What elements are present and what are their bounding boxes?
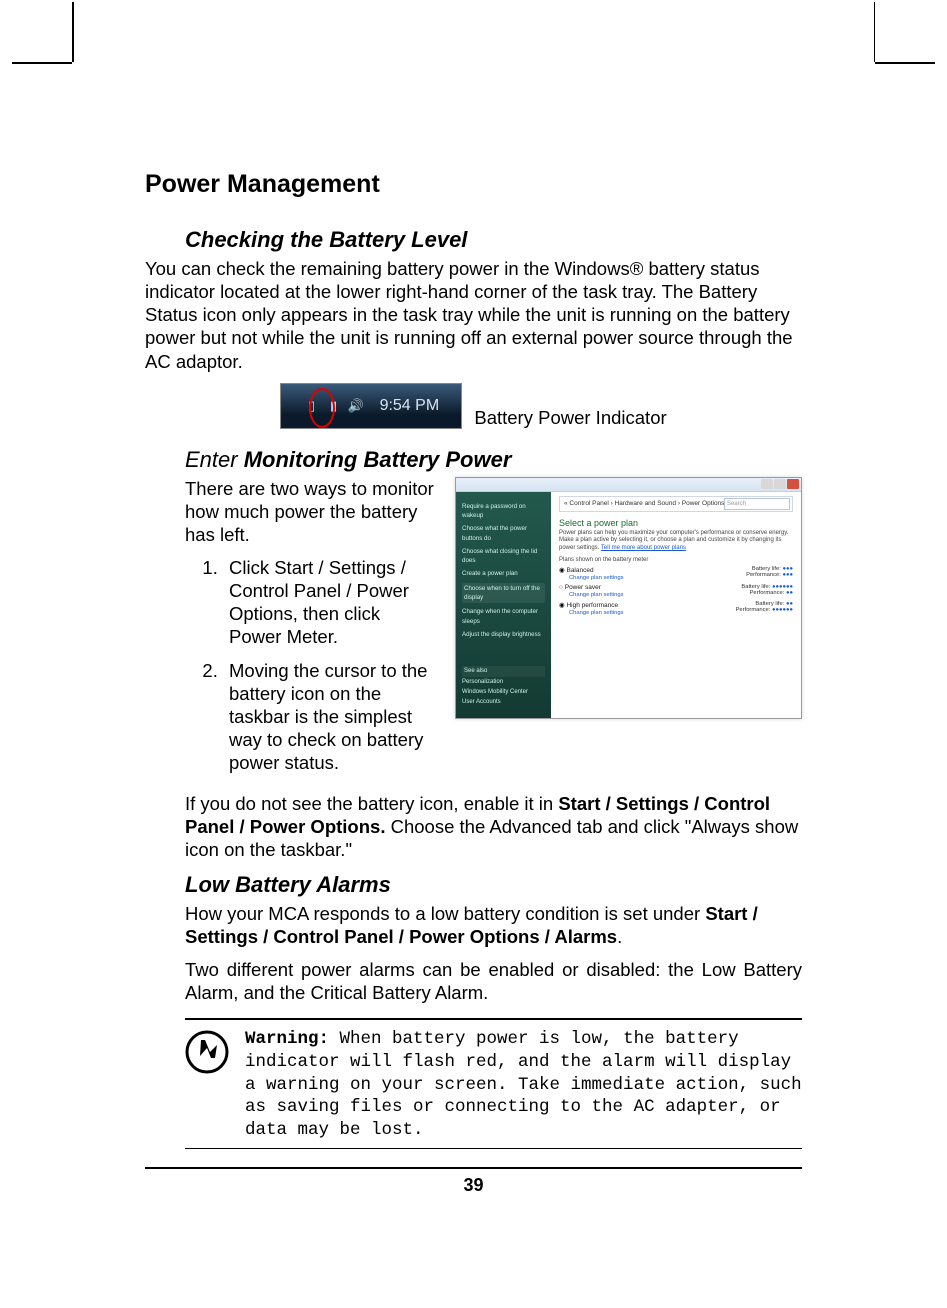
enable-icon-note: If you do not see the battery icon, enab…	[185, 792, 802, 861]
plans-label: Plans shown on the battery meter	[559, 557, 793, 563]
section2-title: Monitoring Battery Power	[244, 447, 512, 472]
p1-pre: How your MCA responds to a low battery c…	[185, 903, 705, 924]
window-titlebar	[456, 478, 801, 492]
breadcrumb-text[interactable]: « Control Panel › Hardware and Sound › P…	[564, 500, 724, 507]
warning-row: Warning: When battery power is low, the …	[185, 1028, 802, 1142]
warning-icon	[185, 1030, 229, 1074]
page: Power Management Checking the Battery Le…	[0, 0, 947, 1308]
screenshot-main: « Control Panel › Hardware and Sound › P…	[551, 478, 801, 718]
tray-caption: Battery Power Indicator	[474, 407, 666, 429]
sidebar-link[interactable]: Choose what the power buttons do	[462, 524, 545, 543]
step-1: Click Start / Settings / Control Panel /…	[223, 556, 435, 649]
sidebar-link[interactable]: Adjust the display brightness	[462, 630, 545, 639]
crop-mark	[875, 62, 935, 64]
main-desc: Power plans can help you maximize your c…	[559, 530, 793, 553]
alarms-p2: Two different power alarms can be enable…	[185, 958, 802, 1004]
section-title-checking: Checking the Battery Level	[185, 227, 802, 253]
performance-label: Performance:	[750, 590, 785, 596]
sidebar-link[interactable]: Choose what closing the lid does	[462, 547, 545, 566]
plan-row-saver: ○ Power saver Change plan settings Batte…	[559, 584, 793, 598]
monitoring-steps: Click Start / Settings / Control Panel /…	[203, 556, 435, 774]
power-options-screenshot: Require a password on wakeup Choose what…	[455, 477, 802, 719]
warning-body: When battery power is low, the battery i…	[245, 1029, 802, 1140]
screenshot-sidebar: Require a password on wakeup Choose what…	[456, 478, 551, 718]
performance-label: Performance:	[746, 572, 781, 578]
change-settings-link[interactable]: Change plan settings	[569, 610, 623, 616]
p1-post: .	[617, 926, 622, 947]
tell-more-link[interactable]: Tell me more about power plans	[601, 545, 686, 551]
red-circle-highlight	[309, 388, 335, 428]
crop-mark	[72, 2, 74, 62]
sidebar-link[interactable]: Require a password on wakeup	[462, 502, 545, 521]
see-also-link[interactable]: Windows Mobility Center	[462, 688, 545, 697]
section-title-monitoring: Enter Monitoring Battery Power	[185, 447, 802, 473]
minimize-button[interactable]	[761, 479, 773, 489]
monitoring-row: There are two ways to monitor how much p…	[185, 477, 802, 785]
plan-name: Power saver	[565, 584, 601, 591]
sidebar-link[interactable]: Choose when to turn off the display	[462, 583, 545, 604]
see-also-link[interactable]: User Accounts	[462, 698, 545, 707]
page-number: 39	[145, 1175, 802, 1196]
crop-mark	[12, 62, 72, 64]
change-settings-link[interactable]: Change plan settings	[569, 575, 623, 581]
warning-label: Warning:	[245, 1029, 329, 1049]
performance-label: Performance:	[736, 607, 771, 613]
tray-clock: 9:54 PM	[380, 397, 440, 415]
crop-mark	[874, 2, 876, 62]
monitoring-text-col: There are two ways to monitor how much p…	[185, 477, 435, 785]
close-button[interactable]	[787, 479, 799, 489]
plan-name: High performance	[566, 602, 618, 609]
step-2: Moving the cursor to the battery icon on…	[223, 659, 435, 775]
see-also: See also Personalization Windows Mobilit…	[462, 665, 545, 708]
sidebar-link[interactable]: Change when the computer sleeps	[462, 607, 545, 626]
volume-icon: 🔊	[348, 398, 364, 414]
warning-text: Warning: When battery power is low, the …	[245, 1028, 802, 1142]
system-tray-screenshot: ▯ ▮ 🔊 9:54 PM	[280, 383, 462, 429]
change-settings-link[interactable]: Change plan settings	[569, 592, 623, 598]
search-placeholder: Search	[727, 501, 746, 507]
divider-top	[185, 1018, 802, 1020]
performance-dots: ●●	[786, 590, 793, 596]
note-pre: If you do not see the battery icon, enab…	[185, 793, 558, 814]
divider-bottom	[185, 1148, 802, 1149]
maximize-button[interactable]	[774, 479, 786, 489]
plan-name: Balanced	[566, 567, 593, 574]
see-also-link[interactable]: Personalization	[462, 678, 545, 687]
plan-row-high: ◉ High performance Change plan settings …	[559, 601, 793, 616]
footer-divider	[145, 1167, 802, 1169]
main-heading: Select a power plan	[559, 518, 793, 528]
section2-prefix: Enter	[185, 447, 244, 472]
plan-row-balanced: ◉ Balanced Change plan settings Battery …	[559, 566, 793, 581]
performance-dots: ●●●	[782, 572, 793, 578]
see-also-title: See also	[462, 666, 545, 677]
page-heading: Power Management	[145, 170, 802, 199]
tray-indicator-row: ▯ ▮ 🔊 9:54 PM Battery Power Indicator	[145, 383, 802, 429]
performance-dots: ●●●●●●	[772, 607, 793, 613]
alarms-p1: How your MCA responds to a low battery c…	[185, 902, 802, 948]
monitoring-intro: There are two ways to monitor how much p…	[185, 477, 435, 546]
sidebar-link[interactable]: Create a power plan	[462, 569, 545, 578]
section1-para: You can check the remaining battery powe…	[145, 257, 802, 373]
breadcrumb-bar: « Control Panel › Hardware and Sound › P…	[559, 496, 793, 512]
section-title-alarms: Low Battery Alarms	[185, 872, 802, 898]
search-box[interactable]: Search	[724, 498, 790, 510]
